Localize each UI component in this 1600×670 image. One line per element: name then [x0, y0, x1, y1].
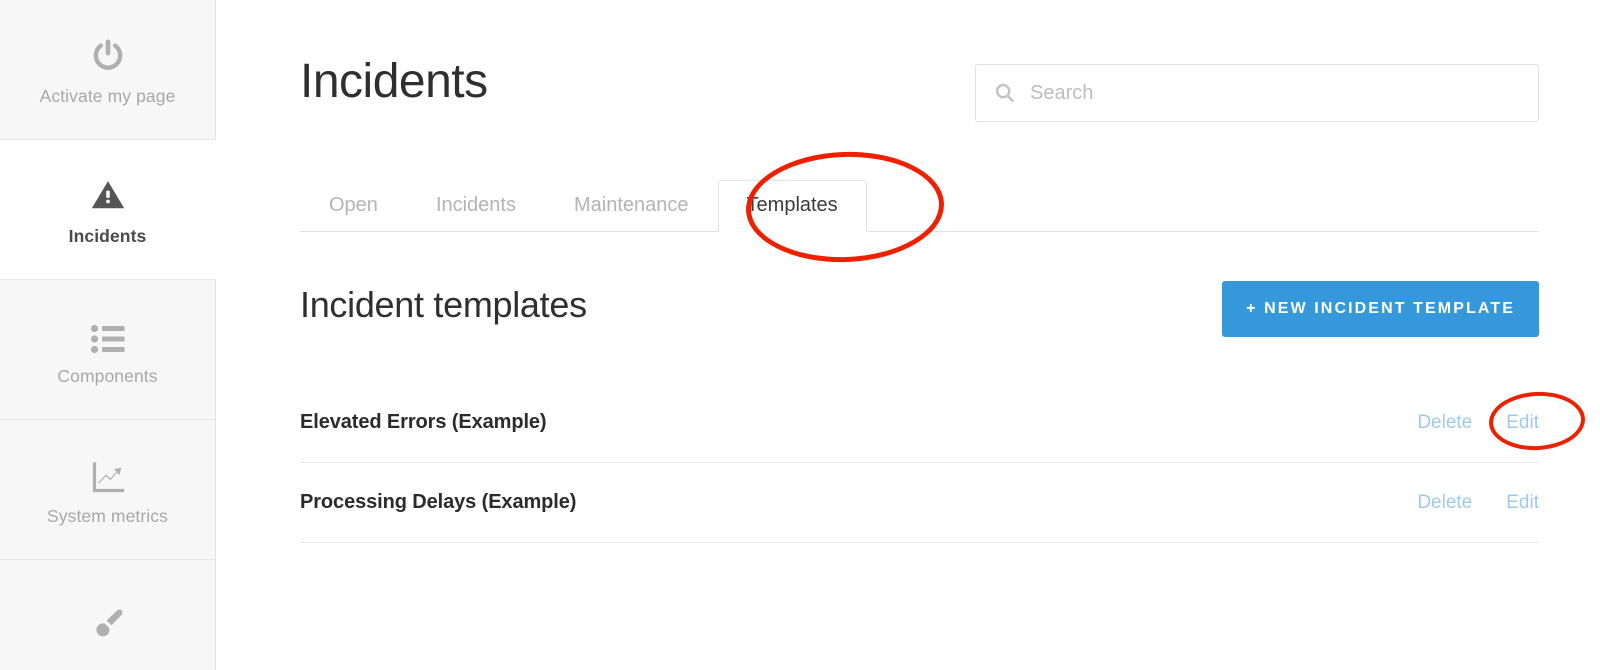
- search-input[interactable]: [1030, 81, 1520, 105]
- sidebar-item-incidents[interactable]: Incidents: [0, 140, 216, 280]
- power-icon: [89, 34, 127, 74]
- sidebar-item-activate-my-page[interactable]: Activate my page: [0, 0, 215, 140]
- search-icon: [994, 82, 1016, 104]
- delete-link[interactable]: Delete: [1417, 412, 1472, 434]
- table-row: Processing Delays (Example) Delete Edit: [300, 463, 1539, 543]
- list-icon: [90, 314, 126, 354]
- sidebar-item-system-metrics[interactable]: System metrics: [0, 420, 215, 560]
- page-title: Incidents: [300, 55, 488, 108]
- sidebar-item-label: Incidents: [68, 225, 147, 246]
- search-box[interactable]: [975, 64, 1539, 122]
- edit-link[interactable]: Edit: [1506, 492, 1539, 514]
- tab-incidents[interactable]: Incidents: [407, 194, 545, 232]
- template-list: Elevated Errors (Example) Delete Edit Pr…: [300, 383, 1539, 543]
- row-actions: Delete Edit: [1417, 412, 1539, 434]
- tab-open[interactable]: Open: [300, 194, 407, 232]
- tab-bar: Open Incidents Maintenance Templates: [300, 170, 1539, 232]
- line-chart-icon: [89, 454, 127, 494]
- main-content: Incidents Open Incidents Maintenance Tem…: [216, 0, 1600, 670]
- page-header: Incidents: [300, 55, 1539, 122]
- template-name: Elevated Errors (Example): [300, 411, 547, 433]
- edit-link[interactable]: Edit: [1506, 412, 1539, 434]
- section-title: Incident templates: [300, 284, 587, 325]
- sidebar-item-components[interactable]: Components: [0, 280, 215, 420]
- sidebar-item-label: Components: [57, 365, 158, 386]
- app-root: Activate my page Incidents Components Sy…: [0, 0, 1600, 670]
- new-incident-template-button[interactable]: + NEW INCIDENT TEMPLATE: [1222, 281, 1539, 337]
- row-actions: Delete Edit: [1417, 492, 1539, 514]
- sidebar-item-label: Activate my page: [39, 85, 176, 106]
- delete-link[interactable]: Delete: [1417, 492, 1472, 514]
- section-header: Incident templates + NEW INCIDENT TEMPLA…: [300, 281, 1539, 345]
- tab-templates[interactable]: Templates: [717, 180, 867, 232]
- sidebar-item-label: System metrics: [47, 505, 168, 526]
- template-name: Processing Delays (Example): [300, 491, 577, 513]
- sidebar-item-customize[interactable]: [0, 560, 215, 670]
- table-row: Elevated Errors (Example) Delete Edit: [300, 383, 1539, 463]
- tab-maintenance[interactable]: Maintenance: [545, 194, 718, 232]
- warning-triangle-icon: [89, 174, 127, 214]
- sidebar: Activate my page Incidents Components Sy…: [0, 0, 216, 670]
- paintbrush-icon: [88, 603, 128, 643]
